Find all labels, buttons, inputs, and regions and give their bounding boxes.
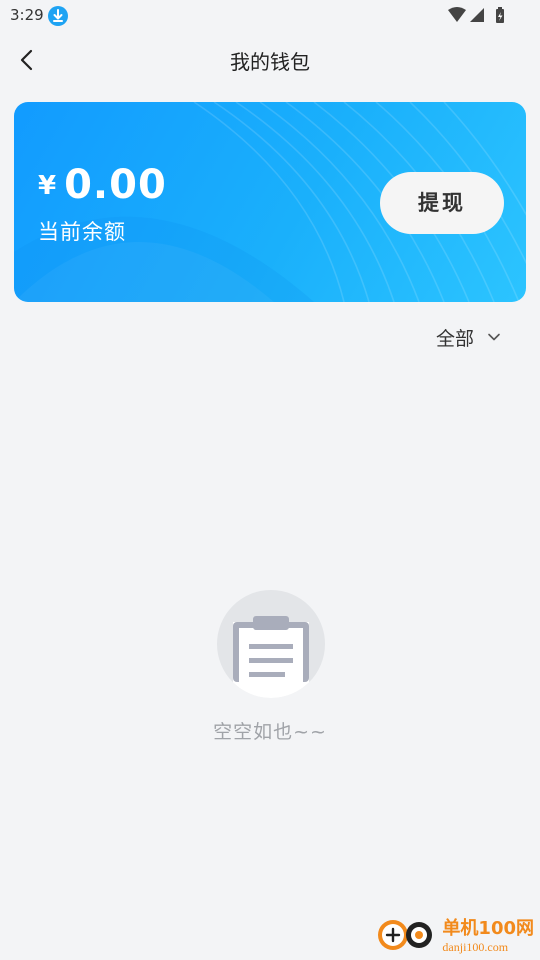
currency-symbol: ¥ [38,171,57,201]
status-icons [448,6,510,24]
watermark-logo [376,914,438,958]
page-title: 我的钱包 [230,50,310,74]
status-time: 3:29 [10,6,44,24]
battery-icon [496,7,504,23]
balance-value: 0.00 [64,162,167,208]
watermark-url: danji100.com [442,939,509,954]
transaction-filter-dropdown[interactable]: 全部 [436,322,502,352]
watermark-name: 单机100网 [442,917,534,939]
site-watermark: 单机100网 danji100.com [376,916,534,956]
status-bar: 3:29 [0,0,540,30]
balance-label: 当前余额 [38,220,126,244]
withdraw-button[interactable]: 提现 [380,172,504,234]
app-header: 我的钱包 [0,30,540,90]
wifi-icon [448,7,466,22]
wallet-screen: 3:29 我的钱包 ¥ 0.00 当前余额 提现 全部 空空如也~~ 单机100… [0,0,540,960]
filter-selected-label: 全部 [435,327,474,350]
empty-state-message: 空空如也~~ [213,721,327,743]
wallet-balance-card: ¥0.00 当前余额 提现 [14,102,526,302]
chevron-down-icon [486,329,502,345]
clipboard-icon [217,590,325,698]
download-icon [48,6,68,26]
balance-amount-display: ¥0.00 [38,162,167,208]
signal-icon [470,8,484,22]
